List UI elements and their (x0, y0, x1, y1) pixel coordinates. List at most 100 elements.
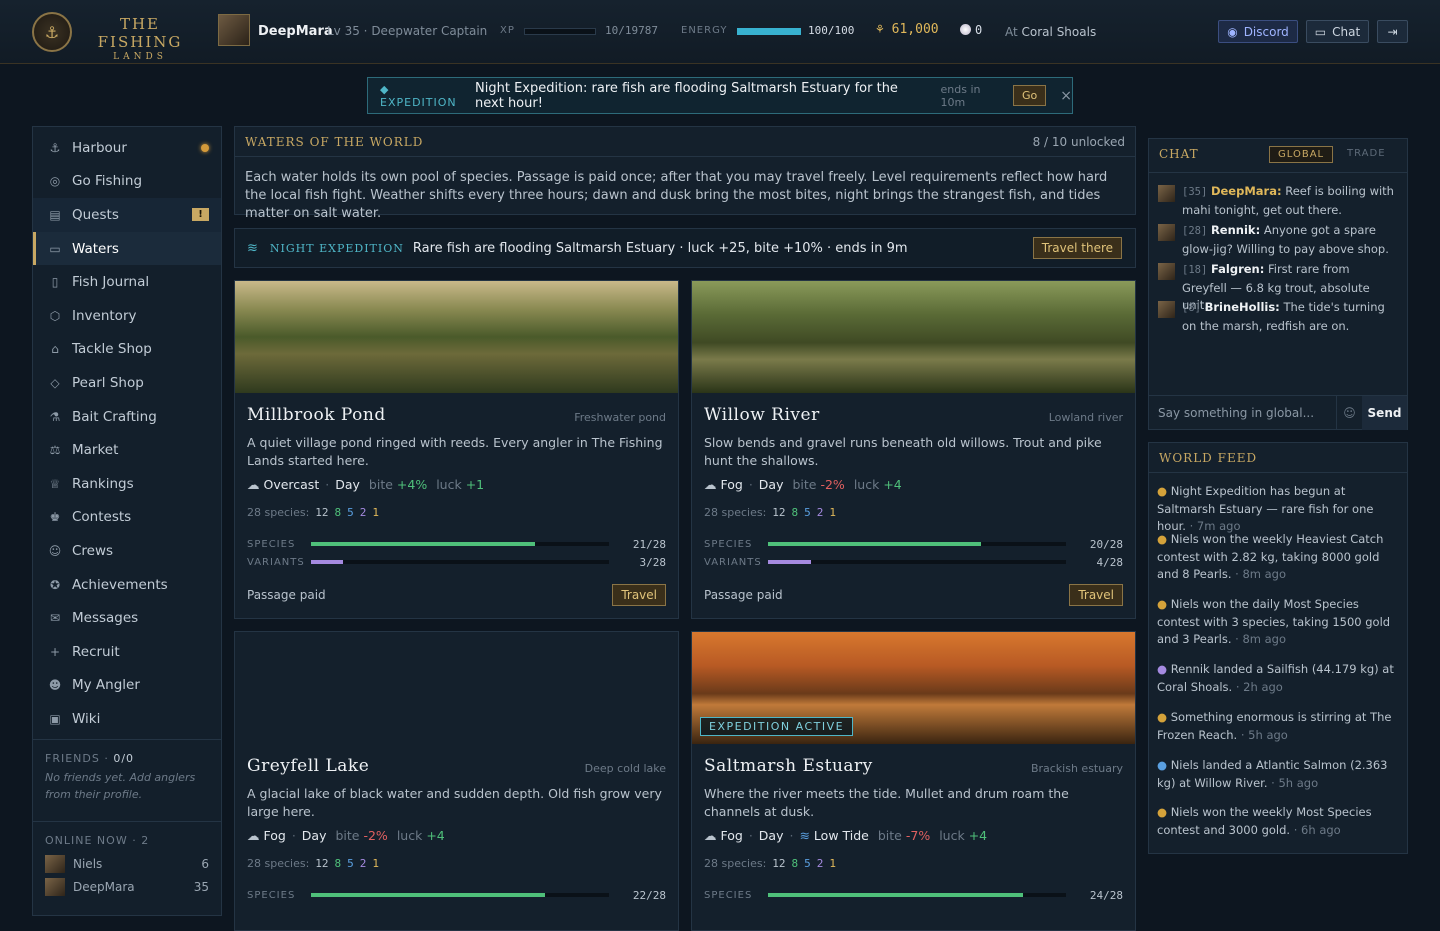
sidebar-item-contests[interactable]: ♚ Contests (33, 501, 221, 535)
chat-message: [35] DeepMara: Reef is boiling with mahi… (1158, 183, 1395, 219)
user-avatar[interactable] (218, 14, 250, 46)
tier-count: 8 (334, 857, 342, 870)
bite-label: bite (792, 477, 817, 492)
sidebar-item-fish-journal[interactable]: ▯ Fish Journal (33, 265, 221, 299)
avatar[interactable] (1158, 185, 1175, 202)
avatar (45, 855, 65, 874)
chat-level: [28] (1182, 225, 1208, 237)
chat-username[interactable]: Falgren: (1211, 262, 1264, 276)
sidebar-item-crews[interactable]: ☺ Crews (33, 534, 221, 568)
quest-badge: ! (192, 208, 209, 222)
water-card[interactable]: Willow River Lowland river Slow bends and … (691, 280, 1136, 619)
sidebar-item-wiki[interactable]: ▣ Wiki (33, 702, 221, 736)
chat-level: [8] (1182, 302, 1201, 314)
friends-heading: FRIENDS · 0/0 (45, 752, 209, 765)
online-user-name: Niels (73, 857, 103, 872)
sidebar-item-label: Waters (72, 240, 119, 257)
sidebar-item-harbour[interactable]: ⚓ Harbour (33, 131, 221, 165)
water-card[interactable]: Millbrook Pond Freshwater pond A quiet vil… (234, 280, 679, 619)
species-bar (311, 542, 609, 546)
sidebar-item-pearl-shop[interactable]: ◇ Pearl Shop (33, 366, 221, 400)
chat-input[interactable]: Say something in global... (1158, 406, 1336, 420)
feed-bullet-icon: ● (1157, 484, 1168, 498)
passage-status: Passage paid (704, 588, 783, 602)
water-card[interactable]: Greyfell Lake Deep cold lake A glacial lak… (234, 631, 679, 931)
discord-icon: ◉ (1227, 24, 1238, 39)
online-user[interactable]: DeepMara 35 (45, 876, 209, 899)
sidebar-item-my-angler[interactable]: ☻ My Angler (33, 669, 221, 703)
sidebar-item-messages[interactable]: ✉ Messages (33, 601, 221, 635)
sidebar-item-label: My Angler (72, 677, 140, 694)
species-progress: SPECIES 20/28 (704, 537, 1123, 551)
sidebar: ⚓ Harbour ◎ Go Fishing ▤ Quests! ▭ Waters ▯ Fish … (32, 126, 222, 916)
tier-count: 5 (347, 506, 354, 519)
sidebar-item-tackle-shop[interactable]: ⌂ Tackle Shop (33, 333, 221, 367)
logo-emblem-icon[interactable]: ⚓ (32, 12, 72, 52)
banner-tag-text: EXPEDITION (380, 95, 457, 109)
discord-button[interactable]: ◉ Discord (1218, 20, 1298, 43)
sidebar-item-bait-crafting[interactable]: ⚗ Bait Crafting (33, 400, 221, 434)
species-count-label: 28 species: (704, 857, 767, 870)
bite-label: bite (877, 828, 902, 843)
my-angler-icon: ☻ (48, 678, 62, 693)
online-user[interactable]: Niels 6 (45, 853, 209, 876)
logout-icon: ⇥ (1387, 24, 1398, 39)
sidebar-item-quests[interactable]: ▤ Quests! (33, 198, 221, 232)
tier-count: 12 (772, 506, 786, 519)
chat-button[interactable]: ▭ Chat (1306, 20, 1369, 43)
sidebar-item-label: Achievements (72, 576, 168, 593)
energy-bar (737, 28, 801, 35)
banner-go-button[interactable]: Go (1012, 85, 1047, 106)
tier-count: 2 (359, 857, 367, 870)
brand-logo[interactable]: THE FISHING LANDS (80, 15, 200, 63)
sidebar-item-label: Tackle Shop (72, 341, 152, 358)
wiki-icon: ▣ (49, 711, 61, 726)
tab-trade[interactable]: TRADE (1339, 146, 1394, 161)
chat-username[interactable]: DeepMara: (1211, 184, 1282, 198)
send-button[interactable]: Send (1362, 395, 1407, 430)
xp-bar (524, 28, 596, 35)
world-feed-panel: WORLD FEED ● Night Expedition has begun … (1148, 442, 1408, 854)
avatar[interactable] (1158, 263, 1175, 280)
avatar[interactable] (1158, 224, 1175, 241)
species-value: 21/28 (632, 537, 666, 551)
sidebar-item-rankings[interactable]: ♕ Rankings (33, 467, 221, 501)
water-card[interactable]: EXPEDITION ACTIVE Saltmarsh Estuary Bracki… (691, 631, 1136, 931)
water-name: Saltmarsh Estuary (704, 756, 873, 776)
banner-message: Night Expedition: rare fish are flooding… (475, 80, 898, 111)
feed-bullet-icon: ● (1157, 597, 1168, 611)
feed-item: ● Niels won the weekly Most Species cont… (1157, 804, 1395, 839)
chat-username[interactable]: BrineHollis: (1205, 300, 1280, 314)
avatar[interactable] (1158, 301, 1175, 318)
species-count-label: 28 species: (247, 857, 310, 870)
emoji-icon[interactable]: ☺ (1336, 395, 1362, 430)
tier-count: 8 (334, 506, 342, 519)
logout-button[interactable]: ⇥ (1377, 20, 1408, 43)
luck-label: luck (436, 477, 462, 492)
travel-button[interactable]: Travel (1069, 584, 1123, 606)
feed-time: · 5h ago (1240, 727, 1288, 742)
go-fishing-icon: ◎ (49, 174, 61, 189)
brand-line1: THE FISHING (97, 15, 183, 51)
sidebar-item-achievements[interactable]: ✪ Achievements (33, 568, 221, 602)
water-image (692, 281, 1135, 393)
variants-label: VARIANTS (247, 556, 305, 568)
sidebar-item-waters[interactable]: ▭ Waters (33, 231, 221, 266)
variants-progress: VARIANTS 3/28 (247, 555, 666, 569)
travel-there-button[interactable]: Travel there (1032, 237, 1122, 259)
online-list: Niels 6 DeepMara 35 (45, 853, 209, 899)
sidebar-item-recruit[interactable]: + Recruit (33, 635, 221, 669)
sidebar-item-label: Market (72, 442, 119, 459)
sidebar-item-inventory[interactable]: ⬡ Inventory (33, 299, 221, 333)
online-section: ONLINE NOW · 2 Niels 6 DeepMara 35 (33, 820, 221, 899)
chat-input-bar: Say something in global... ☺ Send (1149, 395, 1407, 430)
tab-global[interactable]: GLOBAL (1269, 146, 1334, 163)
sidebar-item-market[interactable]: ⚖ Market (33, 433, 221, 467)
travel-button[interactable]: Travel (612, 584, 666, 606)
feed-bullet-icon: ● (1157, 758, 1168, 772)
user-name[interactable]: DeepMara (258, 24, 333, 39)
species-label: SPECIES (247, 889, 296, 901)
close-icon[interactable]: × (1060, 88, 1072, 104)
chat-username[interactable]: Rennik: (1211, 223, 1260, 237)
sidebar-item-go-fishing[interactable]: ◎ Go Fishing (33, 165, 221, 199)
